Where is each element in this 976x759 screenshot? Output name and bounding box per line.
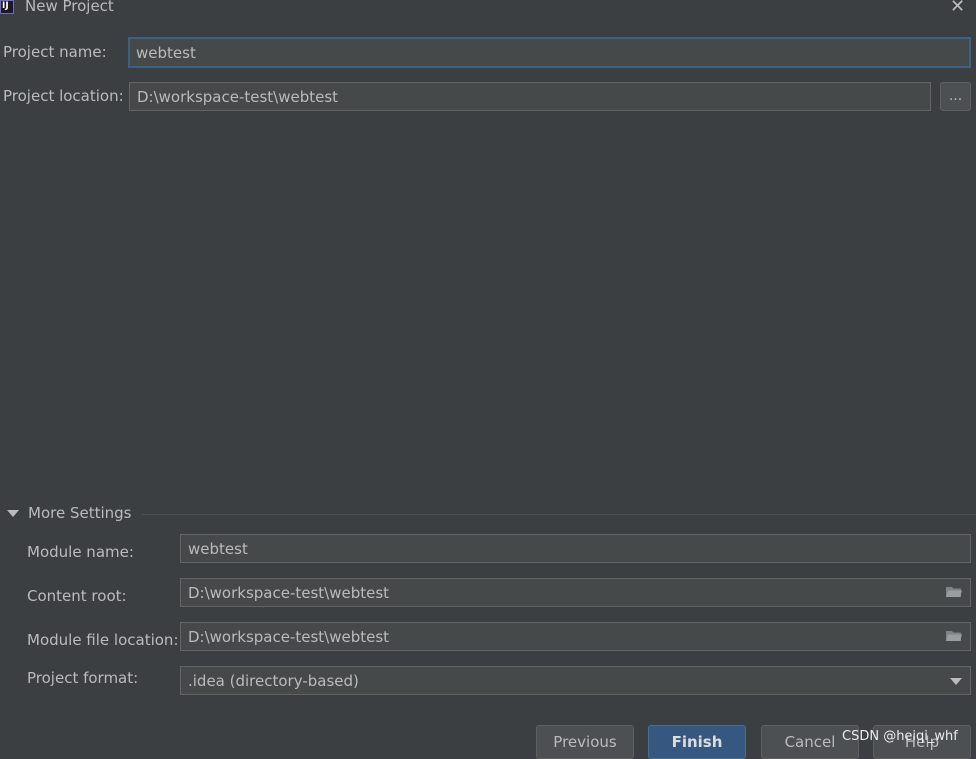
project-location-label: Project location: xyxy=(3,87,124,105)
module-file-location-field-wrapper xyxy=(180,622,971,651)
content-root-input[interactable] xyxy=(180,578,971,607)
more-settings-toggle[interactable]: More Settings xyxy=(28,504,131,522)
folder-icon[interactable] xyxy=(946,630,962,642)
project-name-label: Project name: xyxy=(3,43,107,61)
content-root-field-wrapper xyxy=(180,578,971,607)
app-icon: IJ xyxy=(0,0,14,14)
project-format-value: .idea (directory-based) xyxy=(188,672,359,690)
content-root-label: Content root: xyxy=(27,587,127,605)
project-format-label: Project format: xyxy=(27,669,139,687)
project-location-input[interactable] xyxy=(129,82,931,111)
watermark: CSDN @heiqi_whf xyxy=(842,729,958,744)
project-format-select[interactable]: .idea (directory-based) xyxy=(180,666,971,695)
previous-button[interactable]: Previous xyxy=(536,725,634,759)
section-divider xyxy=(142,514,976,515)
module-file-location-label: Module file location: xyxy=(27,631,179,649)
chevron-down-icon[interactable] xyxy=(950,678,962,685)
folder-icon[interactable] xyxy=(946,586,962,598)
close-icon[interactable]: ✕ xyxy=(950,0,965,17)
module-file-location-input[interactable] xyxy=(180,622,971,651)
finish-button[interactable]: Finish xyxy=(648,725,746,759)
window-title: New Project xyxy=(25,0,114,15)
module-name-input[interactable] xyxy=(180,534,971,563)
module-name-label: Module name: xyxy=(27,543,134,561)
browse-button[interactable]: ... xyxy=(940,82,971,111)
project-name-input[interactable] xyxy=(128,37,971,68)
triangle-down-icon[interactable] xyxy=(7,510,19,517)
